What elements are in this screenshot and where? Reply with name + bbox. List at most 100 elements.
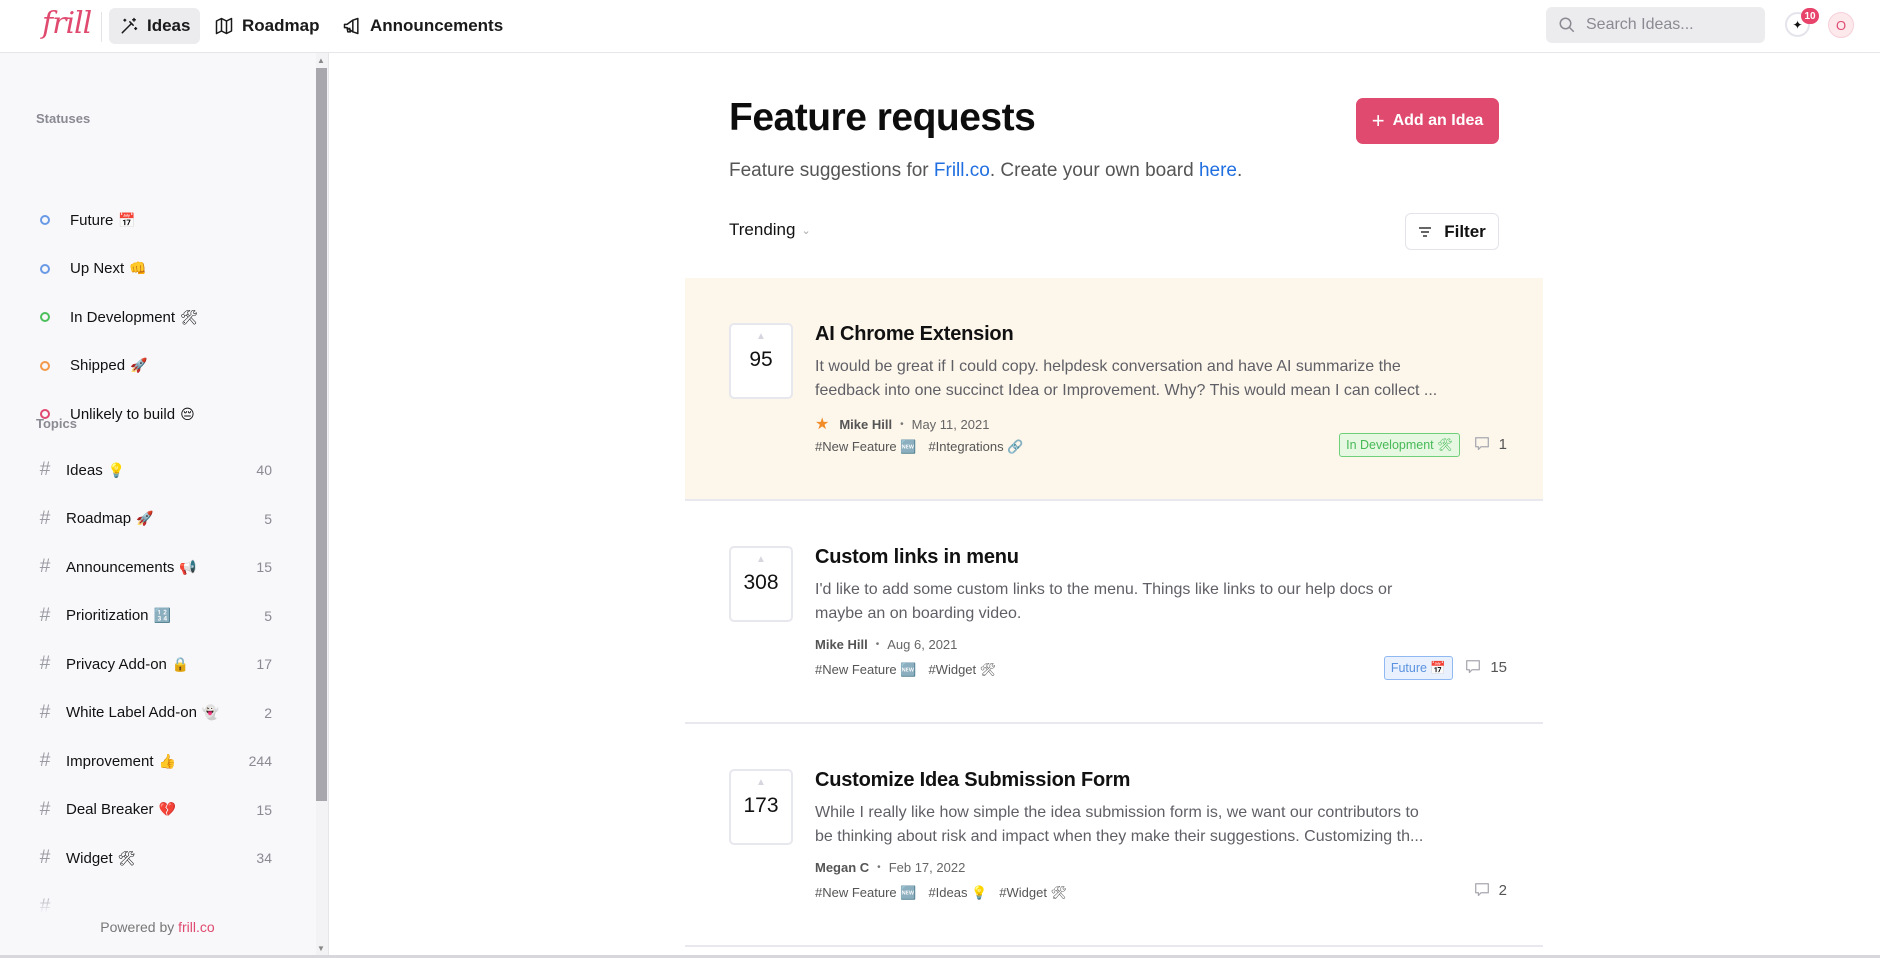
topic-label: Widget [66,849,113,867]
nav-tab-label: Roadmap [242,16,320,35]
idea-author: Megan C [815,860,870,875]
status-emoji-icon: 🚀 [130,357,148,373]
comment-count: 2 [1498,881,1507,899]
sidebar-scrollbar-thumb[interactable] [316,68,327,801]
nav-tab-roadmap[interactable]: Roadmap [204,8,329,44]
status-circle-icon [40,312,50,322]
topic-label: Prioritization [66,607,149,624]
sidebar-topic-item[interactable]: # Ideas 💡 40 [36,455,272,485]
nav-tab-label: Ideas [147,16,191,35]
upvote-button[interactable]: ▲ 308 [729,546,793,622]
map-icon [215,17,233,35]
idea-tag[interactable]: #Widget 🛠 [928,662,996,678]
nav-tab-ideas[interactable]: Ideas [109,8,201,44]
subtitle-text: Feature suggestions for [729,160,934,181]
frill-co-link[interactable]: Frill.co [934,160,990,181]
hashtag-icon: # [39,847,51,868]
sidebar-status-item[interactable]: Up Next 👊 [36,254,272,284]
status-emoji-icon: 👊 [129,260,147,276]
status-badge[interactable]: Future 📅 [1383,656,1453,680]
hashtag-icon: # [39,556,51,577]
create-board-link[interactable]: here [1199,160,1237,181]
sort-label: Trending [729,220,796,239]
search-input[interactable] [1586,16,1746,34]
idea-tag[interactable]: #Ideas 💡 [928,885,987,901]
comment-icon [1474,883,1489,897]
filter-button[interactable]: Filter [1405,213,1499,250]
sort-dropdown[interactable]: Trending ⌄ [729,220,811,240]
idea-tag[interactable]: #New Feature 🆕 [815,439,916,455]
comments-button[interactable]: 1 [1473,435,1507,453]
vote-count: 95 [749,348,773,371]
status-label: Shipped [70,357,126,374]
scroll-down-arrow-icon[interactable]: ▼ [317,944,325,953]
subtitle-text: . [1237,160,1243,181]
idea-title[interactable]: Customize Idea Submission Form [815,769,1130,792]
sidebar-topic-item[interactable]: # Prioritization 🔢 5 [36,601,272,631]
upvote-button[interactable]: ▲ 173 [729,769,793,845]
hashtag-icon: # [39,459,51,480]
frill-link[interactable]: frill.co [178,919,215,935]
vote-count: 173 [743,794,779,817]
idea-tag[interactable]: #New Feature 🆕 [815,885,916,901]
add-idea-button[interactable]: + Add an Idea [1356,98,1499,144]
idea-tags: #New Feature 🆕 #Integrations 🔗 [815,439,1023,455]
sidebar-status-item[interactable]: Shipped 🚀 [36,351,272,381]
idea-tag[interactable]: #Widget 🛠 [999,885,1067,901]
frill-logo[interactable]: frill [42,6,92,41]
idea-card[interactable]: ▲ 95 AI Chrome Extension It would be great … [685,278,1543,501]
nav-tab-announcements[interactable]: Announcements [332,8,513,44]
status-label: Unlikely to build [70,405,176,423]
idea-tags: #New Feature 🆕 #Widget 🛠 [815,662,996,678]
idea-date: May 11, 2021 [911,416,990,432]
topic-label: White Label Add-on [66,704,197,721]
idea-meta: ★ Mike Hill • May 11, 2021 [815,414,989,434]
comment-count: 1 [1498,435,1507,453]
upvote-arrow-icon: ▲ [756,777,766,788]
notification-count-badge: 10 [1801,8,1819,24]
idea-card[interactable]: ▲ 308 Custom links in menu I'd like to add … [685,501,1543,724]
idea-card[interactable]: ▲ 173 Customize Idea Submission Form While … [685,724,1543,947]
sidebar-topic-item[interactable]: # Privacy Add-on 🔒 17 [36,649,272,679]
topic-label: Ideas [66,461,103,479]
topic-label: Announcements [66,558,175,576]
filter-label: Filter [1444,221,1486,241]
idea-author: Mike Hill [815,637,868,652]
topic-count: 244 [248,753,272,769]
search-box[interactable] [1546,7,1765,43]
topic-count: 34 [256,850,272,866]
idea-tag[interactable]: #New Feature 🆕 [815,662,916,678]
hashtag-icon: # [39,507,51,529]
sidebar: Statuses Future 📅 Up Next 👊 In Development 🛠 S… [0,53,329,958]
upvote-arrow-icon: ▲ [756,331,766,342]
topic-emoji-icon: 🛠 [117,849,136,866]
sidebar-topic-item[interactable]: # Announcements 📢 15 [36,552,272,582]
separator-dot: • [875,639,880,650]
sidebar-topic-item[interactable]: # White Label Add-on 👻 2 [36,698,272,728]
sidebar-topic-item[interactable]: # Roadmap 🚀 5 [36,504,272,534]
sidebar-topic-item[interactable]: # Deal Breaker 💔 15 [36,795,272,825]
hashtag-icon: # [39,798,51,820]
status-label: In Development [70,308,176,326]
sidebar-status-item[interactable]: Future 📅 [36,205,272,235]
topic-emoji-icon: 🔢 [153,607,171,623]
comments-button[interactable]: 15 [1464,658,1507,676]
sidebar-status-item[interactable]: In Development 🛠 [36,302,272,332]
powered-by-footer: Powered by frill.co [0,919,315,935]
status-circle-icon [40,263,50,274]
megaphone-icon [343,17,359,35]
user-avatar-button[interactable]: O [1828,12,1854,38]
comments-button[interactable]: 2 [1473,881,1507,899]
upvote-button[interactable]: ▲ 95 [729,323,793,399]
sidebar-topic-item[interactable]: # Improvement 👍 244 [36,746,272,776]
status-badge[interactable]: In Development 🛠 [1339,433,1460,457]
scroll-up-arrow-icon[interactable]: ▲ [317,56,325,65]
hashtag-icon: # [39,701,51,723]
status-emoji-icon: 🛠 [180,308,198,325]
idea-title[interactable]: AI Chrome Extension [815,323,1014,346]
statuses-heading: Statuses [36,111,91,126]
sidebar-topic-item[interactable]: # Widget 🛠 34 [36,843,272,873]
idea-description: While I really like how simple the idea … [815,804,1424,845]
idea-tag[interactable]: #Integrations 🔗 [928,439,1023,455]
idea-title[interactable]: Custom links in menu [815,546,1019,569]
